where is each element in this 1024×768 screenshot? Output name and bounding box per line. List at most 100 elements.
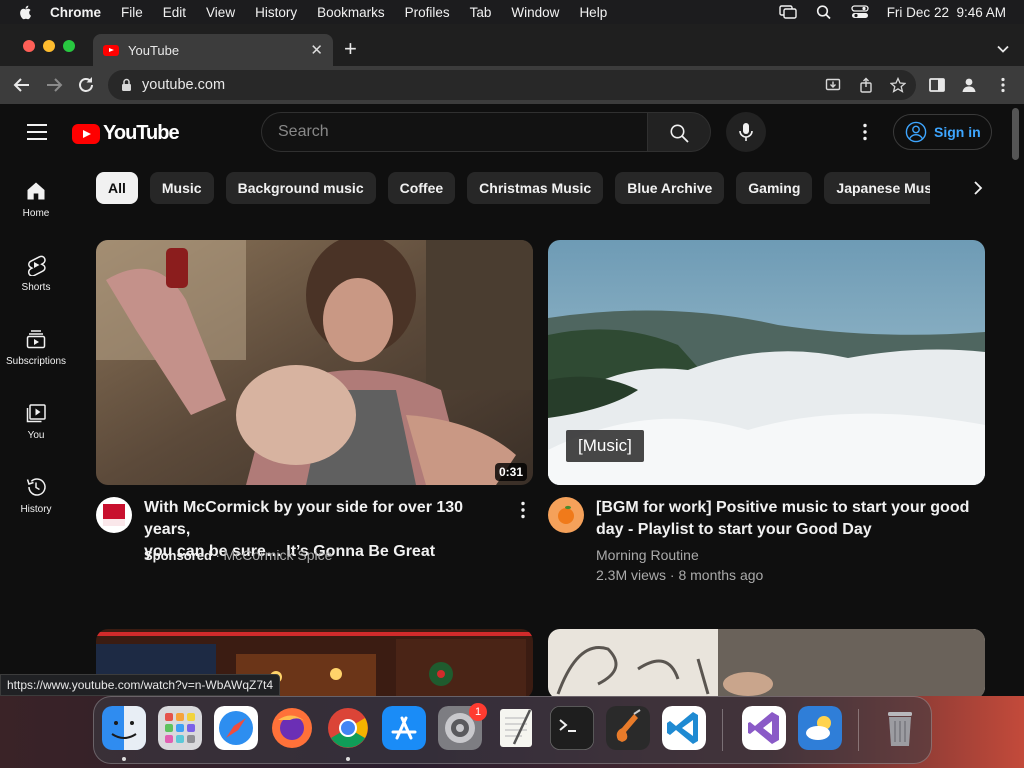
sign-in-label: Sign in bbox=[934, 124, 981, 140]
rail-item-you[interactable]: You bbox=[0, 402, 72, 441]
window-minimize-button[interactable] bbox=[43, 40, 55, 52]
menu-profiles[interactable]: Profiles bbox=[405, 5, 450, 20]
profile-icon[interactable] bbox=[960, 76, 978, 94]
install-app-icon[interactable] bbox=[825, 77, 841, 93]
firefox-icon[interactable] bbox=[270, 706, 314, 750]
rail-item-subscriptions[interactable]: Subscriptions bbox=[0, 328, 72, 367]
page-scrollbar-thumb[interactable] bbox=[1012, 108, 1019, 160]
garageband-icon[interactable] bbox=[606, 706, 650, 750]
search-input[interactable] bbox=[262, 113, 647, 151]
chip-christmas-music[interactable]: Christmas Music bbox=[467, 172, 604, 204]
music-caption-overlay: [Music] bbox=[566, 430, 644, 462]
menu-edit[interactable]: Edit bbox=[163, 5, 186, 20]
safari-icon[interactable] bbox=[214, 706, 258, 750]
chrome-icon[interactable] bbox=[326, 706, 370, 750]
youtube-play-logo-icon bbox=[72, 123, 100, 144]
tab-close-icon[interactable]: ✕ bbox=[310, 41, 323, 59]
menu-window[interactable]: Window bbox=[511, 5, 559, 20]
voice-search-button[interactable] bbox=[726, 112, 766, 152]
menu-help[interactable]: Help bbox=[579, 5, 607, 20]
new-tab-button[interactable]: + bbox=[344, 38, 357, 60]
chip-gaming[interactable]: Gaming bbox=[736, 172, 813, 204]
back-arrow-icon[interactable] bbox=[12, 75, 32, 95]
terminal-icon[interactable] bbox=[550, 706, 594, 750]
share-icon[interactable] bbox=[858, 77, 874, 93]
channel-avatar-mccormick[interactable] bbox=[96, 497, 132, 533]
guide-menu-icon[interactable] bbox=[27, 124, 47, 140]
menu-history[interactable]: History bbox=[255, 5, 297, 20]
mccormick-ad-thumbnail-image bbox=[96, 240, 533, 485]
rail-item-home[interactable]: Home bbox=[0, 180, 72, 219]
settings-kebab-icon[interactable] bbox=[862, 123, 868, 141]
chip-next-chevron-icon[interactable] bbox=[970, 180, 986, 196]
spotlight-search-icon[interactable] bbox=[815, 4, 833, 20]
rail-item-shorts[interactable]: Shorts bbox=[0, 254, 72, 293]
chip-music[interactable]: Music bbox=[149, 172, 214, 204]
channel-avatar-morning-routine[interactable] bbox=[548, 497, 584, 533]
address-bar-url[interactable]: youtube.com bbox=[142, 77, 225, 93]
menu-app-name[interactable]: Chrome bbox=[50, 5, 101, 20]
chip-background-music[interactable]: Background music bbox=[225, 172, 376, 204]
menu-tab[interactable]: Tab bbox=[470, 5, 492, 20]
window-zoom-button[interactable] bbox=[63, 40, 75, 52]
video-title-line-1: [BGM for work] Positive music to start y… bbox=[596, 499, 970, 516]
rail-label-home: Home bbox=[22, 208, 50, 219]
ad-channel-name[interactable]: McCormick Spice bbox=[223, 547, 332, 563]
visual-studio-icon[interactable] bbox=[742, 706, 786, 750]
tab-search-chevron-icon[interactable] bbox=[996, 42, 1010, 56]
video-thumbnail-relax[interactable] bbox=[548, 629, 985, 696]
reload-icon[interactable] bbox=[76, 75, 96, 95]
textedit-icon[interactable] bbox=[494, 706, 538, 750]
address-bar[interactable]: youtube.com bbox=[108, 70, 916, 100]
chrome-running-indicator bbox=[346, 757, 350, 761]
menu-bar-status-area: Fri Dec 22 9:46 AM bbox=[778, 0, 1006, 24]
menu-bar-clock[interactable]: Fri Dec 22 9:46 AM bbox=[887, 5, 1006, 20]
finder-running-indicator bbox=[122, 757, 126, 761]
window-close-button[interactable] bbox=[23, 40, 35, 52]
video-thumbnail-mccormick[interactable]: 0:31 bbox=[96, 240, 533, 485]
shorts-icon bbox=[27, 255, 46, 276]
control-center-icon[interactable] bbox=[851, 4, 869, 20]
chrome-menu-icon[interactable] bbox=[994, 76, 1012, 94]
forward-arrow-icon[interactable] bbox=[44, 75, 64, 95]
home-icon bbox=[27, 182, 45, 200]
lock-icon[interactable] bbox=[121, 78, 132, 92]
rail-item-history[interactable]: History bbox=[0, 476, 72, 515]
apple-menu-icon[interactable] bbox=[18, 4, 34, 20]
weather-icon[interactable] bbox=[798, 706, 842, 750]
video-options-kebab-icon[interactable] bbox=[520, 501, 526, 519]
ad-meta: Sponsored · McCormick Spice bbox=[144, 545, 332, 566]
mccormick-logo-image bbox=[103, 504, 125, 526]
youtube-logo[interactable]: YouTube bbox=[72, 122, 180, 145]
sponsored-label: Sponsored bbox=[144, 548, 212, 563]
video-title-bgm-for-work[interactable]: [BGM for work] Positive music to start y… bbox=[596, 497, 996, 541]
rail-label-shorts: Shorts bbox=[21, 282, 51, 293]
chip-coffee[interactable]: Coffee bbox=[387, 172, 456, 204]
vscode-icon[interactable] bbox=[662, 706, 706, 750]
video-thumbnail-bgm-for-work[interactable]: [Music] bbox=[548, 240, 985, 485]
finder-icon[interactable] bbox=[102, 706, 146, 750]
video-channel-name[interactable]: Morning Routine bbox=[596, 545, 699, 565]
search-button[interactable] bbox=[647, 112, 711, 152]
side-panel-icon[interactable] bbox=[928, 76, 946, 94]
macos-dock: 1 bbox=[93, 696, 932, 764]
menu-file[interactable]: File bbox=[121, 5, 143, 20]
link-status-bubble: https://www.youtube.com/watch?v=n-WbAWqZ… bbox=[0, 674, 280, 696]
morning-routine-logo-image bbox=[558, 505, 574, 524]
rail-label-subscriptions: Subscriptions bbox=[5, 356, 67, 367]
launchpad-icon[interactable] bbox=[158, 706, 202, 750]
screen-mirroring-icon[interactable] bbox=[778, 4, 797, 20]
meta-separator: · bbox=[211, 548, 224, 563]
menu-bookmarks[interactable]: Bookmarks bbox=[317, 5, 385, 20]
trash-icon[interactable] bbox=[878, 706, 922, 750]
chip-all[interactable]: All bbox=[96, 172, 138, 204]
menu-view[interactable]: View bbox=[206, 5, 235, 20]
microphone-icon bbox=[739, 123, 753, 141]
sign-in-button[interactable]: Sign in bbox=[893, 114, 992, 150]
rail-label-history: History bbox=[20, 504, 52, 515]
chip-blue-archive[interactable]: Blue Archive bbox=[615, 172, 725, 204]
bookmark-star-icon[interactable] bbox=[890, 77, 906, 93]
search-box bbox=[261, 112, 647, 152]
app-store-icon[interactable] bbox=[382, 706, 426, 750]
browser-tab-youtube[interactable]: YouTube ✕ bbox=[93, 34, 333, 66]
